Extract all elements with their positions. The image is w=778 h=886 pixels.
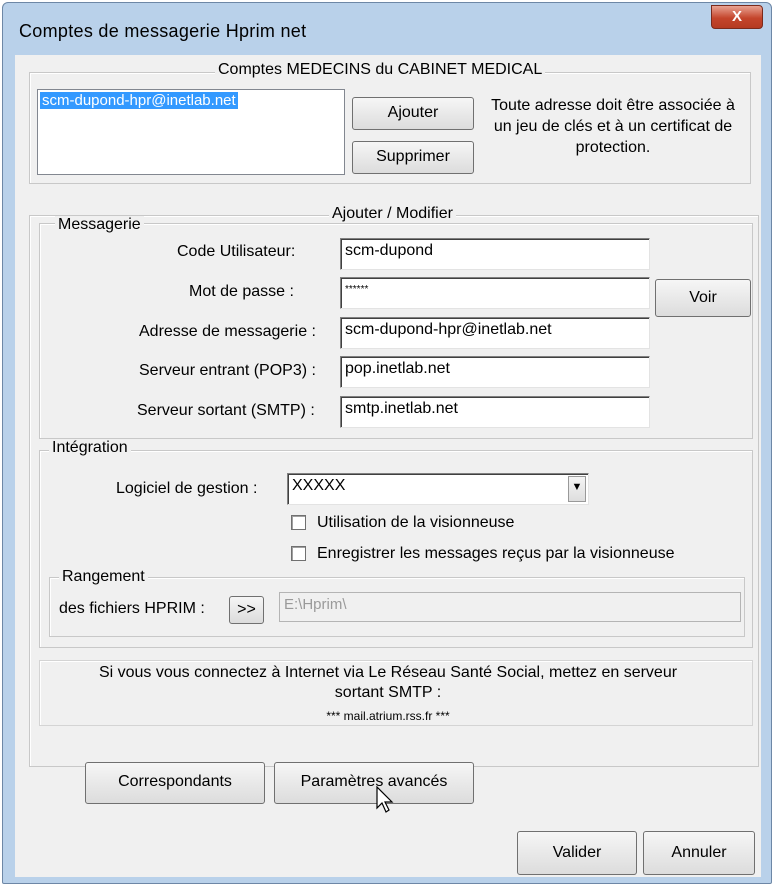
email-value: scm-dupond-hpr@inetlab.net — [345, 321, 552, 338]
pop3-label: Serveur entrant (POP3) : — [139, 362, 316, 379]
smtp-field[interactable]: smtp.inetlab.net — [340, 396, 650, 428]
show-password-button-label: Voir — [689, 289, 717, 306]
storage-path-value: E:\Hprim\ — [284, 596, 347, 613]
add-account-button[interactable]: Ajouter — [352, 97, 474, 130]
password-label: Mot de passe : — [189, 283, 294, 300]
software-select[interactable]: XXXXX ▼ — [287, 473, 589, 505]
browse-folder-button[interactable]: >> — [229, 596, 264, 624]
user-code-label: Code Utilisateur: — [177, 243, 296, 260]
info-line-1: Si vous vous connectez à Internet via Le… — [98, 664, 678, 681]
smtp-label: Serveur sortant (SMTP) : — [137, 402, 315, 419]
chevron-down-icon[interactable]: ▼ — [568, 476, 586, 502]
edit-group-legend: Ajouter / Modifier — [329, 205, 456, 223]
email-label: Adresse de messagerie : — [139, 323, 316, 340]
close-icon: X — [731, 8, 742, 25]
validate-button-label: Valider — [552, 844, 602, 861]
messagerie-group-legend: Messagerie — [55, 216, 144, 234]
advanced-settings-button[interactable]: Paramètres avancés — [274, 762, 474, 804]
password-value: ****** — [345, 284, 369, 295]
user-code-value: scm-dupond — [345, 242, 434, 259]
storage-path-field: E:\Hprim\ — [279, 592, 741, 622]
software-value: XXXXX — [292, 477, 346, 494]
email-field[interactable]: scm-dupond-hpr@inetlab.net — [340, 317, 650, 349]
add-account-button-label: Ajouter — [387, 104, 439, 121]
correspondants-button[interactable]: Correspondants — [85, 762, 265, 804]
window-title: Comptes de messagerie Hprim net — [19, 21, 307, 41]
dialog-window: Comptes de messagerie Hprim net X Compte… — [2, 2, 772, 884]
delete-account-button-label: Supprimer — [376, 148, 450, 165]
dialog-content: Comptes MEDECINS du CABINET MEDICAL scm-… — [15, 55, 761, 877]
accounts-group-legend: Comptes MEDECINS du CABINET MEDICAL — [215, 61, 546, 79]
browse-folder-button-label: >> — [237, 601, 256, 618]
cancel-button-label: Annuler — [671, 844, 727, 861]
password-field[interactable]: ****** — [340, 277, 650, 309]
list-item[interactable]: scm-dupond-hpr@inetlab.net — [40, 92, 238, 109]
correspondants-button-label: Correspondants — [118, 773, 232, 790]
show-password-button[interactable]: Voir — [655, 279, 751, 317]
accounts-listbox[interactable]: scm-dupond-hpr@inetlab.net — [37, 89, 345, 175]
use-viewer-checkbox[interactable] — [291, 515, 306, 530]
user-code-field[interactable]: scm-dupond — [340, 238, 650, 270]
storage-label: des fichiers HPRIM : — [59, 600, 205, 617]
smtp-value: smtp.inetlab.net — [345, 400, 458, 417]
validate-button[interactable]: Valider — [517, 831, 637, 875]
pop3-value: pop.inetlab.net — [345, 360, 450, 377]
integration-group-legend: Intégration — [49, 439, 131, 457]
save-messages-label: Enregistrer les messages reçus par la vi… — [317, 545, 675, 562]
accounts-note: Toute adresse doit être associée à un je… — [491, 97, 735, 156]
delete-account-button[interactable]: Supprimer — [352, 141, 474, 174]
save-messages-checkbox[interactable] — [291, 546, 306, 561]
info-line-3: *** mail.atrium.rss.fr *** — [326, 709, 450, 723]
use-viewer-label: Utilisation de la visionneuse — [317, 514, 515, 531]
mouse-cursor-icon — [376, 786, 394, 813]
storage-group-legend: Rangement — [59, 568, 148, 586]
close-button[interactable]: X — [711, 5, 763, 29]
advanced-settings-button-label: Paramètres avancés — [300, 773, 448, 790]
title-bar[interactable]: Comptes de messagerie Hprim net X — [3, 3, 771, 55]
software-label: Logiciel de gestion : — [116, 480, 258, 497]
pop3-field[interactable]: pop.inetlab.net — [340, 356, 650, 388]
cancel-button[interactable]: Annuler — [643, 831, 755, 875]
info-line-2: sortant SMTP : — [334, 684, 442, 701]
